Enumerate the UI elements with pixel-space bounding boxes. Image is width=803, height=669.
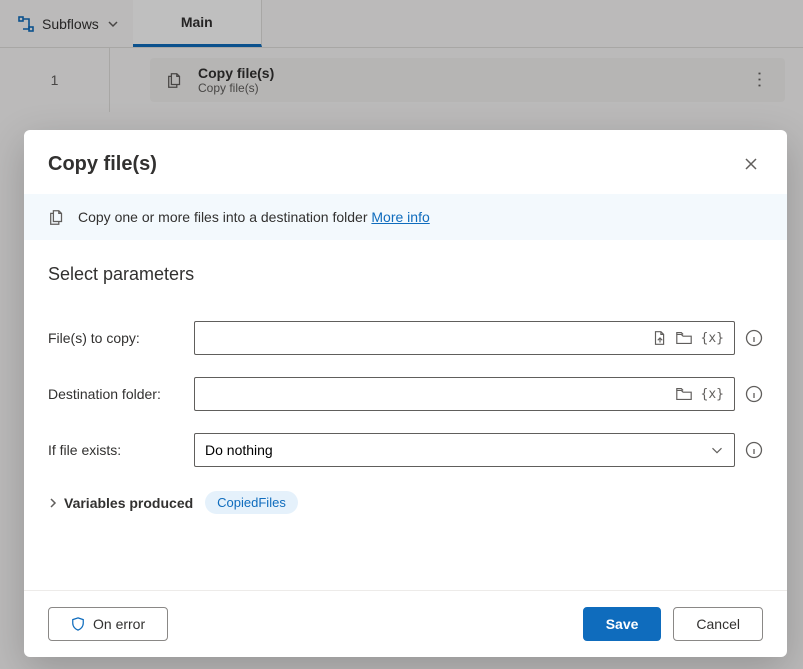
input-wrap-dest: {x}	[194, 377, 735, 411]
label-if-file-exists: If file exists:	[48, 442, 184, 458]
variables-produced-row: Variables produced CopiedFiles	[24, 467, 787, 514]
on-error-button[interactable]: On error	[48, 607, 168, 641]
files-to-copy-input[interactable]	[205, 322, 645, 354]
row-destination-folder: Destination folder: {x}	[48, 377, 763, 411]
info-strip: Copy one or more files into a destinatio…	[24, 194, 787, 240]
row-if-file-exists: If file exists: Do nothing	[48, 433, 763, 467]
cancel-button[interactable]: Cancel	[673, 607, 763, 641]
chevron-down-icon	[708, 441, 726, 459]
if-file-exists-select[interactable]: Do nothing	[194, 433, 735, 467]
parameters-form: File(s) to copy: {x} Destination folder	[24, 291, 787, 467]
info-icon[interactable]	[745, 385, 763, 403]
more-info-link[interactable]: More info	[371, 209, 429, 225]
chevron-right-icon	[48, 498, 58, 508]
copy-icon	[48, 208, 66, 226]
info-icon[interactable]	[745, 329, 763, 347]
save-button[interactable]: Save	[583, 607, 662, 641]
browse-folder-icon[interactable]	[675, 329, 693, 347]
info-icon[interactable]	[745, 441, 763, 459]
info-text: Copy one or more files into a destinatio…	[78, 209, 371, 225]
copy-files-dialog: Copy file(s) Copy one or more files into…	[24, 130, 787, 657]
dialog-title: Copy file(s)	[48, 153, 739, 176]
section-heading: Select parameters	[24, 240, 787, 291]
destination-folder-input[interactable]	[205, 378, 669, 410]
label-destination-folder: Destination folder:	[48, 386, 184, 402]
dialog-header: Copy file(s)	[24, 130, 787, 194]
close-icon	[744, 157, 758, 171]
row-files-to-copy: File(s) to copy: {x}	[48, 321, 763, 355]
close-button[interactable]	[739, 152, 763, 176]
label-files-to-copy: File(s) to copy:	[48, 330, 184, 346]
variable-chip-copiedfiles[interactable]: CopiedFiles	[205, 491, 298, 514]
if-file-exists-value: Do nothing	[205, 442, 273, 458]
select-file-icon[interactable]	[651, 329, 669, 347]
dialog-footer: On error Save Cancel	[24, 590, 787, 657]
browse-folder-icon[interactable]	[675, 385, 693, 403]
variables-produced-toggle[interactable]: Variables produced	[48, 495, 193, 511]
shield-icon	[71, 617, 85, 631]
variable-picker[interactable]: {x}	[699, 331, 726, 346]
input-wrap-files: {x}	[194, 321, 735, 355]
variable-picker[interactable]: {x}	[699, 387, 726, 402]
